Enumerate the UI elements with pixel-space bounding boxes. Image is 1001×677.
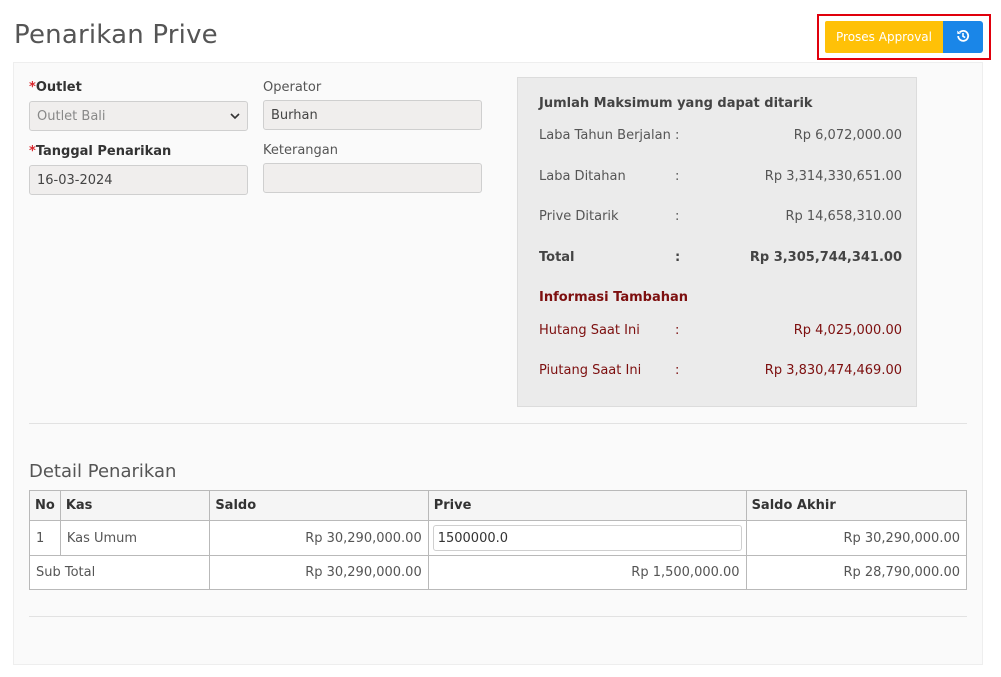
summary-row-total: Total: Rp 3,305,744,341.00 (539, 250, 902, 265)
tanggal-penarikan-field[interactable]: 16-03-2024 (29, 165, 248, 195)
table-header-row: No Kas Saldo Prive Saldo Akhir (29, 490, 968, 521)
proses-approval-button[interactable]: Proses Approval (825, 21, 943, 53)
column-header-saldo-akhir: Saldo Akhir (745, 490, 968, 521)
operator-field[interactable]: Burhan (263, 100, 482, 130)
cell-kas: Kas Umum (59, 520, 211, 556)
tanggal-value: 16-03-2024 (37, 172, 113, 188)
bottom-divider (29, 616, 967, 617)
keterangan-label: Keterangan (263, 143, 338, 158)
cell-prive: 1500000.0 (427, 520, 747, 556)
history-button[interactable] (943, 21, 983, 53)
summary-panel: Jumlah Maksimum yang dapat ditarik Laba … (517, 77, 917, 407)
operator-value: Burhan (271, 107, 318, 123)
subtotal-saldo-akhir: Rp 28,790,000.00 (745, 555, 968, 590)
subtotal-prive: Rp 1,500,000.00 (427, 555, 747, 590)
action-button-group: Proses Approval (817, 14, 991, 60)
summary-row-laba-tahun-berjalan: Laba Tahun Berjalan: Rp 6,072,000.00 (539, 128, 902, 143)
prive-input[interactable]: 1500000.0 (432, 525, 742, 551)
informasi-tambahan-heading: Informasi Tambahan (539, 290, 688, 305)
outlet-select-value: Outlet Bali (37, 108, 106, 124)
detail-table: No Kas Saldo Prive Saldo Akhir 1 Kas Umu… (28, 490, 968, 590)
keterangan-field[interactable] (263, 163, 482, 193)
column-header-no: No (29, 490, 61, 521)
tanggal-label: *Tanggal Penarikan (29, 144, 172, 159)
detail-penarikan-title: Detail Penarikan (29, 461, 177, 482)
cell-saldo-akhir: Rp 30,290,000.00 (745, 520, 968, 556)
outlet-select[interactable]: Outlet Bali (29, 101, 248, 131)
table-row: 1 Kas Umum Rp 30,290,000.00 1500000.0 Rp… (29, 520, 968, 556)
prive-input-value: 1500000.0 (437, 530, 509, 546)
column-header-saldo: Saldo (209, 490, 429, 521)
subtotal-row: Sub Total Rp 30,290,000.00 Rp 1,500,000.… (28, 555, 968, 590)
outlet-label: *Outlet (29, 80, 82, 95)
summary-heading: Jumlah Maksimum yang dapat ditarik (539, 96, 813, 111)
subtotal-saldo: Rp 30,290,000.00 (209, 555, 429, 590)
summary-row-prive-ditarik: Prive Ditarik: Rp 14,658,310.00 (539, 209, 902, 224)
summary-row-laba-ditahan: Laba Ditahan: Rp 3,314,330,651.00 (539, 169, 902, 184)
subtotal-label: Sub Total (28, 555, 211, 590)
summary-row-hutang: Hutang Saat Ini: Rp 4,025,000.00 (539, 323, 902, 338)
operator-label: Operator (263, 80, 322, 95)
page-title: Penarikan Prive (14, 20, 218, 50)
cell-no: 1 (29, 520, 61, 556)
column-header-kas: Kas (59, 490, 211, 521)
summary-row-piutang: Piutang Saat Ini: Rp 3,830,474,469.00 (539, 363, 902, 378)
history-icon (955, 28, 971, 47)
section-divider (29, 423, 967, 424)
chevron-down-icon (229, 110, 241, 126)
cell-saldo: Rp 30,290,000.00 (209, 520, 429, 556)
column-header-prive: Prive (427, 490, 747, 521)
